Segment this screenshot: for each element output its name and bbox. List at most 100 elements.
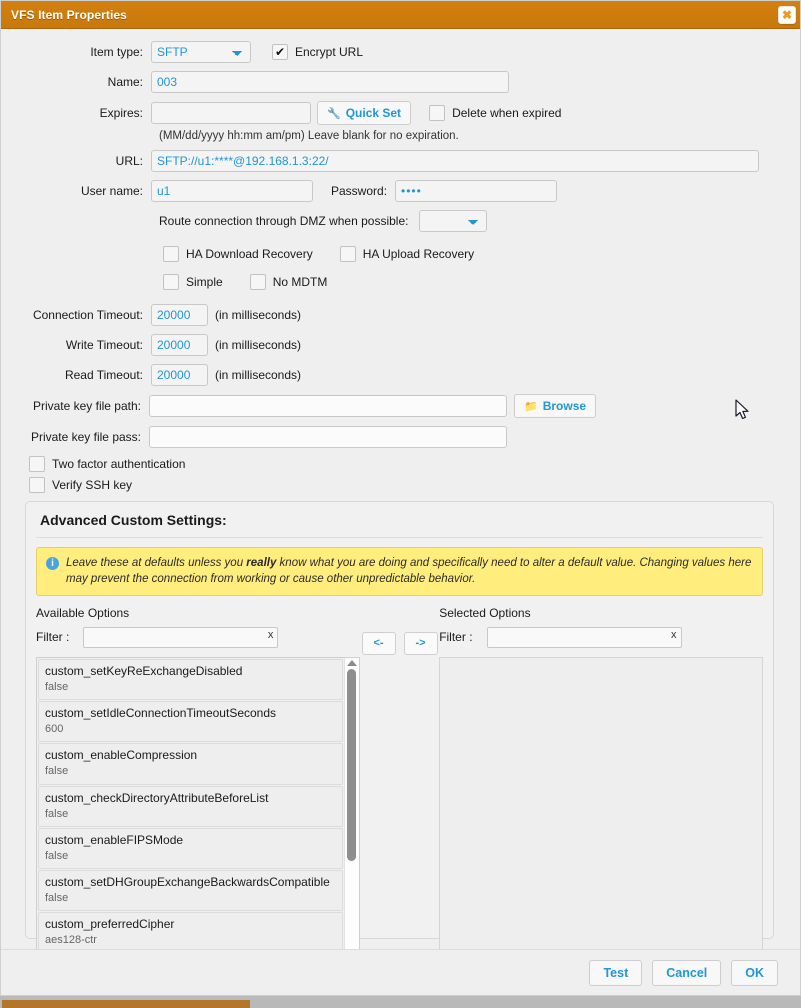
options-transfer-area: Available Options Filter : x custom_setK…: [36, 606, 763, 949]
option-item[interactable]: custom_setKeyReExchangeDisabledfalse: [38, 659, 343, 700]
selected-filter-label: Filter :: [439, 630, 480, 644]
advanced-settings-title: Advanced Custom Settings:: [36, 512, 763, 538]
row-credentials: User name: Password:: [11, 180, 782, 202]
move-left-button[interactable]: <-: [362, 632, 396, 655]
cancel-button[interactable]: Cancel: [652, 960, 721, 986]
dialog-body: Item type: SFTP ✔ Encrypt URL Name: Expi…: [1, 29, 800, 949]
dialog-titlebar: VFS Item Properties ✖: [1, 1, 800, 29]
available-options-listbox[interactable]: custom_setKeyReExchangeDisabledfalsecust…: [36, 657, 360, 949]
password-input[interactable]: [395, 180, 557, 202]
selected-options-column: Selected Options Filter : x: [439, 606, 763, 949]
private-key-pass-input[interactable]: [149, 426, 507, 448]
row-url: URL:: [11, 150, 782, 172]
option-item[interactable]: custom_setDHGroupExchangeBackwardsCompat…: [38, 870, 343, 911]
row-write-timeout: Write Timeout: (in milliseconds): [11, 334, 782, 356]
option-item[interactable]: custom_preferredCipheraes128-ctr: [38, 912, 343, 949]
available-filter-wrap: x: [83, 627, 278, 648]
private-key-path-input[interactable]: [149, 395, 507, 417]
option-value: false: [45, 680, 336, 694]
selected-filter-input[interactable]: [487, 627, 682, 648]
scrollbar-thumb[interactable]: [347, 669, 356, 861]
scroll-up-icon[interactable]: [347, 660, 357, 666]
user-name-input[interactable]: [151, 180, 313, 202]
available-filter-clear-icon[interactable]: x: [268, 630, 274, 641]
row-expires: Expires: 🔧 Quick Set Delete when expired: [11, 101, 782, 125]
available-filter-input[interactable]: [83, 627, 278, 648]
two-factor-authentication-checkbox[interactable]: [29, 456, 45, 472]
option-name: custom_preferredCipher: [45, 917, 336, 932]
option-name: custom_checkDirectoryAttributeBeforeList: [45, 791, 336, 806]
two-factor-authentication-label: Two factor authentication: [52, 457, 185, 471]
ha-upload-recovery-label: HA Upload Recovery: [363, 247, 474, 261]
available-options-heading: Available Options: [36, 606, 360, 620]
option-name: custom_enableCompression: [45, 748, 336, 763]
read-timeout-input[interactable]: [151, 364, 208, 386]
option-name: custom_setDHGroupExchangeBackwardsCompat…: [45, 875, 336, 890]
quick-set-button[interactable]: 🔧 Quick Set: [317, 101, 411, 125]
selected-options-heading: Selected Options: [439, 606, 763, 620]
row-read-timeout: Read Timeout: (in milliseconds): [11, 364, 782, 386]
verify-ssh-key-label: Verify SSH key: [52, 478, 132, 492]
option-name: custom_enableFIPSMode: [45, 833, 336, 848]
row-two-factor: Two factor authentication: [11, 456, 782, 472]
option-value: false: [45, 849, 336, 863]
expires-input[interactable]: [151, 102, 311, 124]
expires-hint: (MM/dd/yyyy hh:mm am/pm) Leave blank for…: [159, 130, 782, 142]
no-mdtm-checkbox[interactable]: [250, 274, 266, 290]
ha-upload-recovery-checkbox[interactable]: [340, 246, 356, 262]
verify-ssh-key-checkbox[interactable]: [29, 477, 45, 493]
private-key-pass-label: Private key file pass:: [11, 430, 149, 444]
available-options-column: Available Options Filter : x custom_setK…: [36, 606, 360, 949]
dmz-select[interactable]: [419, 210, 487, 232]
connection-timeout-label: Connection Timeout:: [11, 308, 151, 322]
url-input[interactable]: [151, 150, 759, 172]
ha-download-recovery-checkbox[interactable]: [163, 246, 179, 262]
selected-filter-clear-icon[interactable]: x: [671, 630, 677, 641]
option-item[interactable]: custom_checkDirectoryAttributeBeforeList…: [38, 786, 343, 827]
password-label: Password:: [331, 184, 395, 198]
item-type-select[interactable]: SFTP: [151, 41, 251, 63]
row-private-key-pass: Private key file pass:: [11, 426, 782, 448]
item-type-label: Item type:: [11, 45, 151, 59]
move-right-button[interactable]: ->: [404, 632, 438, 655]
warning-text-before: Leave these at defaults unless you: [66, 557, 246, 569]
name-label: Name:: [11, 75, 151, 89]
test-button[interactable]: Test: [589, 960, 642, 986]
simple-label: Simple: [186, 275, 223, 289]
write-timeout-input[interactable]: [151, 334, 208, 356]
simple-checkbox[interactable]: [163, 274, 179, 290]
option-value: false: [45, 891, 336, 905]
row-name: Name:: [11, 71, 782, 93]
advanced-custom-settings-panel: Advanced Custom Settings: i Leave these …: [25, 501, 774, 939]
row-connection-timeout: Connection Timeout: (in milliseconds): [11, 304, 782, 326]
warning-emphasis: really: [246, 557, 276, 569]
available-options-list: custom_setKeyReExchangeDisabledfalsecust…: [37, 658, 344, 949]
available-filter-label: Filter :: [36, 630, 77, 644]
available-options-scrollbar[interactable]: [344, 658, 359, 949]
option-name: custom_setKeyReExchangeDisabled: [45, 664, 336, 679]
option-value: 600: [45, 722, 336, 736]
no-mdtm-label: No MDTM: [273, 275, 328, 289]
quick-set-label: Quick Set: [346, 106, 401, 120]
option-item[interactable]: custom_enableFIPSModefalse: [38, 828, 343, 869]
option-item[interactable]: custom_setIdleConnectionTimeoutSeconds60…: [38, 701, 343, 742]
option-value: aes128-ctr: [45, 933, 336, 947]
user-name-label: User name:: [11, 184, 151, 198]
encrypt-url-label: Encrypt URL: [295, 45, 363, 59]
vfs-item-properties-dialog: VFS Item Properties ✖ Item type: SFTP ✔ …: [0, 0, 801, 996]
expires-label: Expires:: [11, 106, 151, 120]
ok-button[interactable]: OK: [731, 960, 778, 986]
option-item[interactable]: custom_enableCompressionfalse: [38, 743, 343, 784]
encrypt-url-checkbox[interactable]: ✔: [272, 44, 288, 60]
available-filter-row: Filter : x: [36, 627, 360, 648]
delete-when-expired-checkbox[interactable]: [429, 105, 445, 121]
row-verify-ssh: Verify SSH key: [11, 477, 782, 493]
close-icon[interactable]: ✖: [778, 6, 796, 24]
connection-timeout-input[interactable]: [151, 304, 208, 326]
browse-label: Browse: [543, 399, 586, 413]
info-icon: i: [46, 557, 59, 570]
browse-button[interactable]: 📁 Browse: [514, 394, 596, 418]
selected-options-listbox[interactable]: [439, 657, 763, 949]
url-label: URL:: [11, 154, 151, 168]
name-input[interactable]: [151, 71, 509, 93]
